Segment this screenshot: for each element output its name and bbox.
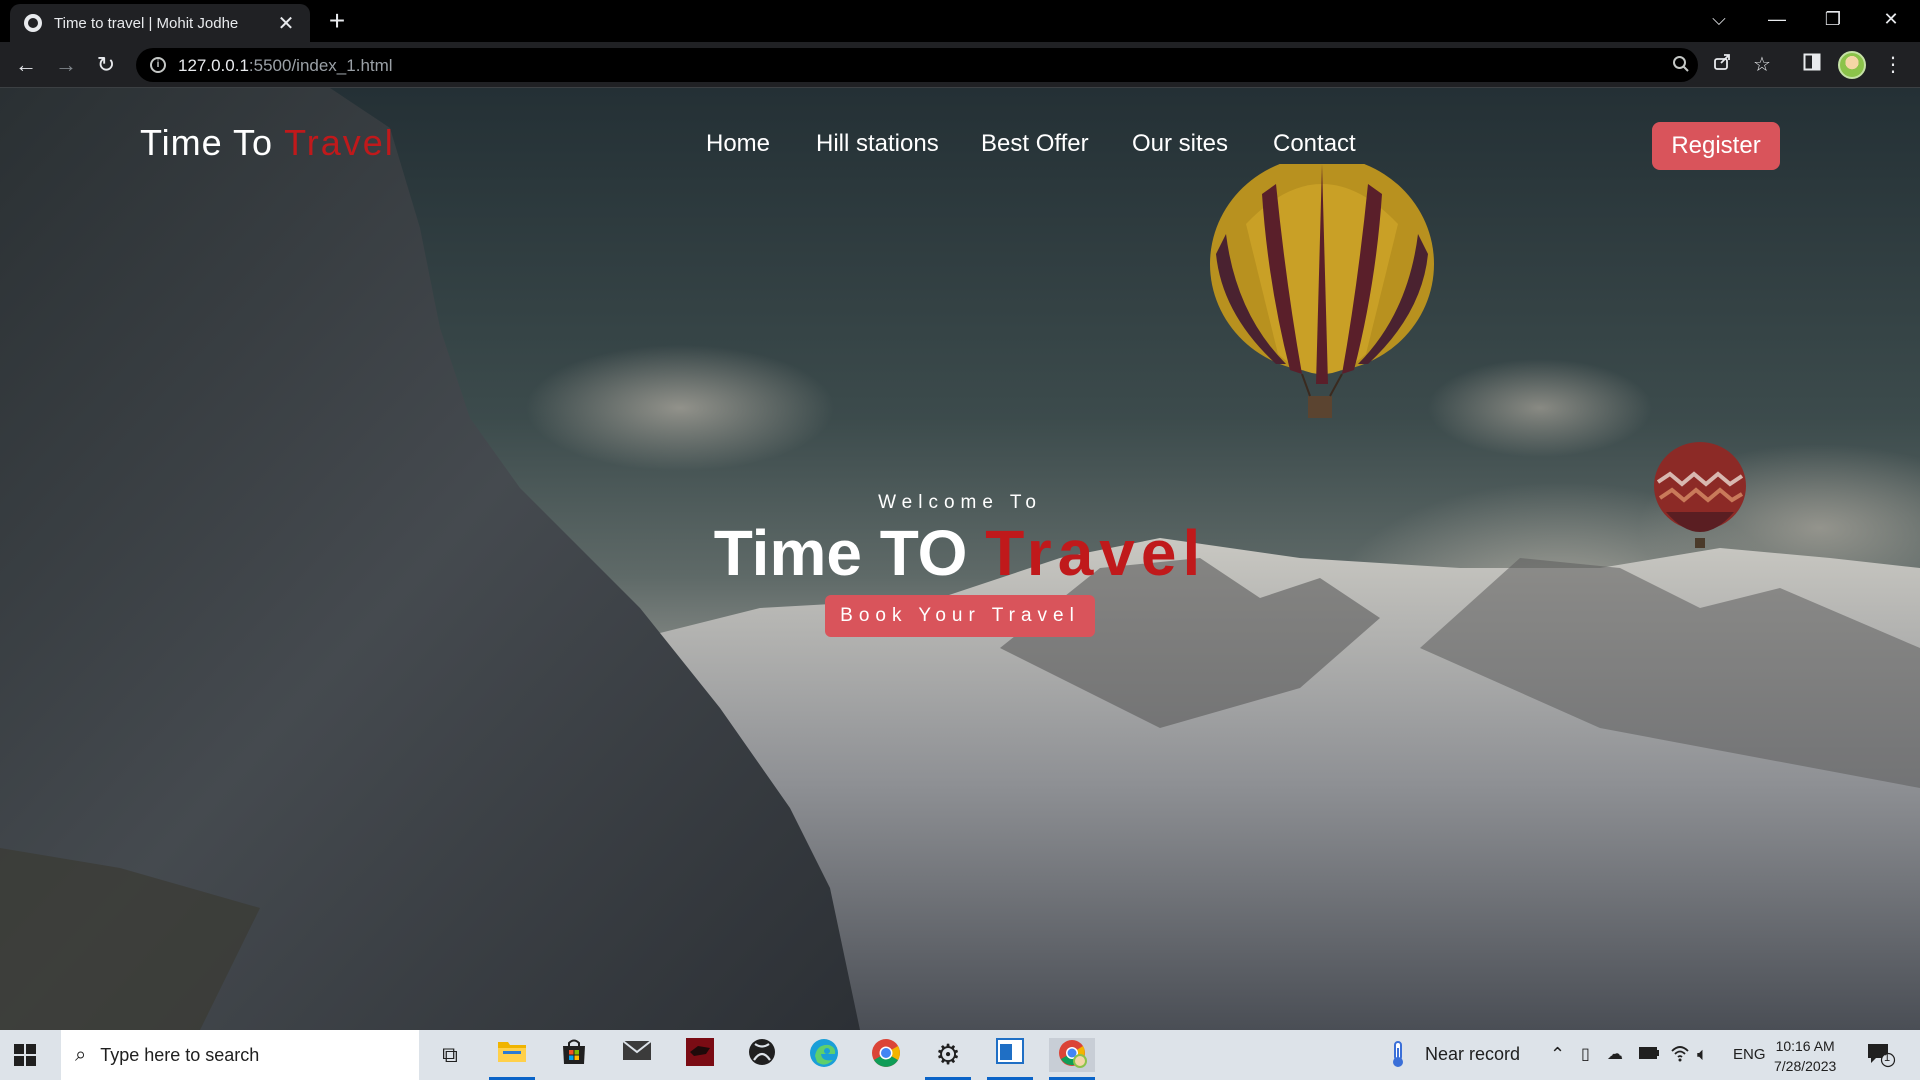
book-your-travel-button[interactable]: Book Your Travel <box>825 595 1095 637</box>
xbox-icon[interactable] <box>745 1038 779 1072</box>
minimize-button[interactable]: — <box>1762 6 1792 32</box>
sidebar-icon[interactable] <box>1799 51 1825 79</box>
search-icon: ⌕ <box>75 1043 87 1066</box>
bookmark-star-icon[interactable]: ☆ <box>1749 51 1775 79</box>
notification-count: 1 <box>1884 1052 1891 1064</box>
chrome-profile-icon[interactable] <box>1049 1038 1095 1072</box>
nav-link-best-offer[interactable]: Best Offer <box>981 130 1089 158</box>
search-placeholder: Type here to search <box>100 1044 260 1065</box>
nav-link-our-sites[interactable]: Our sites <box>1132 130 1228 158</box>
restore-button[interactable]: ❐ <box>1818 6 1848 32</box>
device-icon[interactable]: ▯ <box>1581 1044 1590 1064</box>
profile-avatar[interactable] <box>1838 51 1866 79</box>
windows-taskbar: ⌕ Type here to search ⧉ ⚙ Near record ⌃ … <box>0 1030 1920 1080</box>
address-toolbar: ← → ↻ i 127.0.0.1:5500/index_1.html ☆ ⋮ <box>0 42 1920 88</box>
battery-icon[interactable] <box>1638 1044 1660 1065</box>
tab-close-icon[interactable]: ✕ <box>276 11 296 36</box>
hero-section: Time To Travel Home Hill stations Best O… <box>0 88 1920 1030</box>
address-bar[interactable]: i 127.0.0.1:5500/index_1.html <box>136 48 1698 82</box>
tab-search-chevron-icon[interactable]: ⌵ <box>1704 6 1734 32</box>
share-icon[interactable] <box>1709 51 1735 79</box>
volume-icon[interactable]: 🔈︎ <box>1697 1044 1708 1065</box>
notifications-icon[interactable]: 1 <box>1866 1042 1896 1073</box>
mail-icon[interactable] <box>620 1038 654 1072</box>
hero-welcome-text: Welcome To <box>878 492 1042 513</box>
site-info-icon[interactable]: i <box>150 57 166 73</box>
settings-gear-icon[interactable]: ⚙ <box>931 1038 965 1072</box>
url-path: :5500/index_1.html <box>248 56 393 75</box>
logo-text-first: Time To <box>140 122 274 163</box>
file-explorer-icon[interactable] <box>495 1038 529 1072</box>
hero-title: Time TO Travel <box>0 516 1920 590</box>
microsoft-store-icon[interactable] <box>557 1038 591 1072</box>
clock-date: 7/28/2023 <box>1774 1058 1837 1074</box>
window-app-icon[interactable] <box>993 1038 1027 1072</box>
windows-start-icon[interactable] <box>14 1044 36 1066</box>
tab-title: Time to travel | Mohit Jodhe <box>54 14 239 32</box>
nav-link-hill-stations[interactable]: Hill stations <box>816 130 939 158</box>
url-text[interactable]: 127.0.0.1:5500/index_1.html <box>178 56 393 76</box>
back-button[interactable]: ← <box>12 51 40 79</box>
weather-status-text[interactable]: Near record <box>1425 1044 1520 1065</box>
language-indicator[interactable]: ENG <box>1733 1046 1766 1063</box>
tab-strip: Time to travel | Mohit Jodhe ✕ + ⌵ — ❐ ✕ <box>0 0 1920 42</box>
url-host: 127.0.0.1 <box>178 56 249 75</box>
clock[interactable]: 10:16 AM 7/28/2023 <box>1774 1036 1836 1076</box>
browser-tab-active[interactable]: Time to travel | Mohit Jodhe ✕ <box>10 4 310 42</box>
reload-button[interactable]: ↻ <box>92 51 120 79</box>
close-window-button[interactable]: ✕ <box>1876 6 1906 32</box>
onedrive-cloud-icon[interactable]: ☁ <box>1607 1044 1623 1064</box>
logo-text-second: Travel <box>284 122 395 163</box>
hero-title-first: Time TO <box>713 517 968 589</box>
game-app-icon[interactable] <box>683 1038 717 1072</box>
new-tab-button[interactable]: + <box>322 6 352 36</box>
taskbar-search-box[interactable]: ⌕ Type here to search <box>61 1030 419 1080</box>
edge-browser-icon[interactable] <box>807 1038 841 1072</box>
hot-air-balloon-large <box>1210 164 1434 418</box>
clock-time: 10:16 AM <box>1775 1038 1835 1054</box>
zoom-icon[interactable] <box>1670 55 1692 79</box>
task-view-icon[interactable]: ⧉ <box>433 1038 467 1072</box>
weather-thermometer-icon[interactable] <box>1387 1040 1409 1073</box>
hero-title-second: Travel <box>985 517 1207 589</box>
site-logo[interactable]: Time To Travel <box>140 122 395 164</box>
nav-link-home[interactable]: Home <box>706 130 770 158</box>
register-button[interactable]: Register <box>1652 122 1780 170</box>
show-hidden-icons-chevron-icon[interactable]: ⌃ <box>1550 1044 1565 1065</box>
chrome-icon[interactable] <box>869 1038 903 1072</box>
wifi-icon[interactable] <box>1670 1044 1690 1067</box>
nav-link-contact[interactable]: Contact <box>1273 130 1356 158</box>
menu-icon[interactable]: ⋮ <box>1880 51 1906 79</box>
globe-favicon-icon <box>24 14 42 32</box>
forward-button[interactable]: → <box>52 51 80 79</box>
